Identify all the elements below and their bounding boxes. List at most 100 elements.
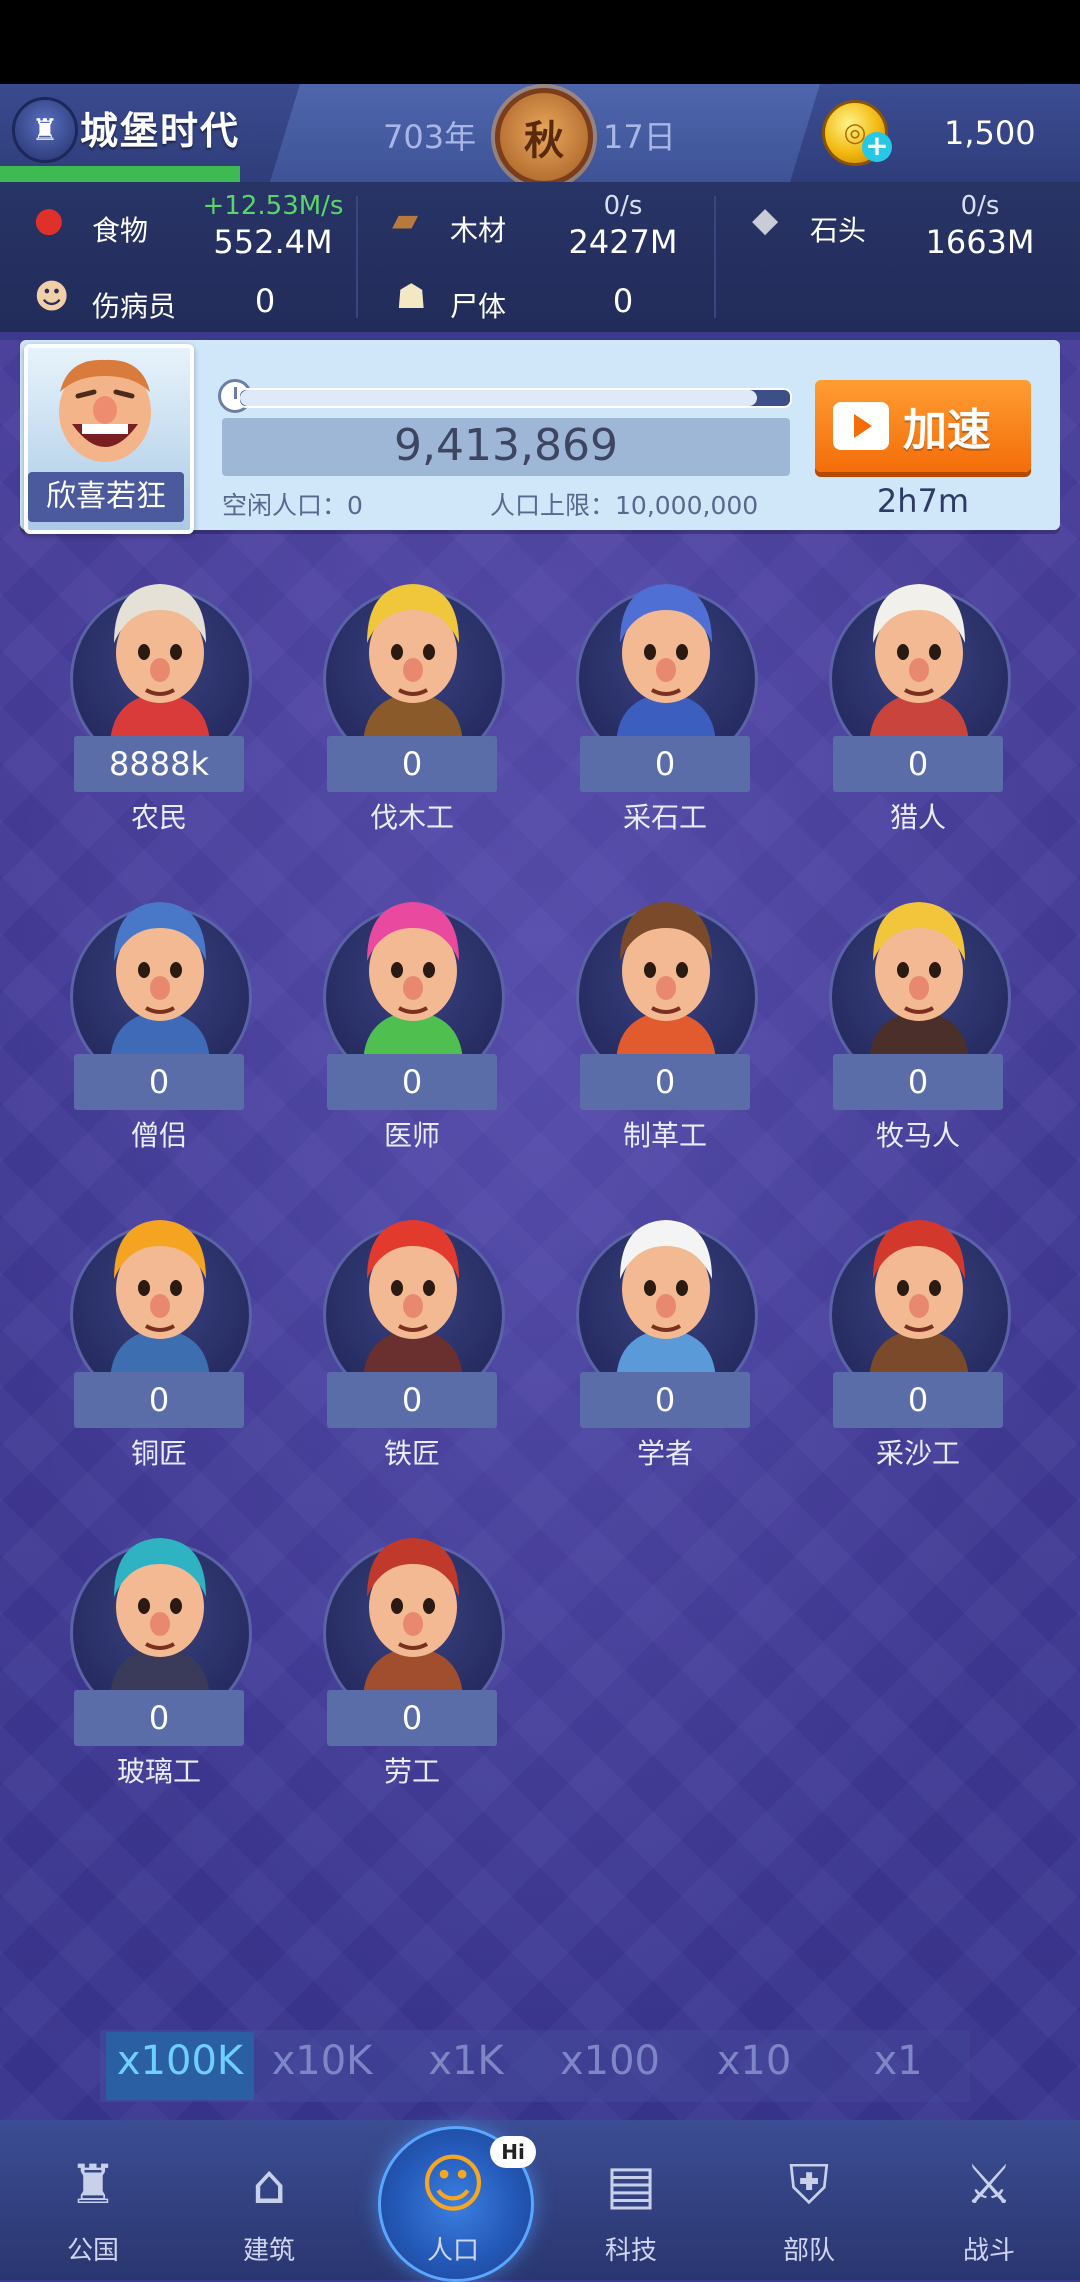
nav-item-2[interactable]: ☺ 人口 <box>378 2150 528 2270</box>
wounded-value: 0 <box>254 282 276 320</box>
worker-count: 0 <box>74 1054 244 1110</box>
nav-item-1[interactable]: ⌂ 建筑 <box>194 2150 344 2270</box>
worker-portrait <box>616 902 716 1066</box>
population-progress-bar <box>238 388 792 408</box>
worker-name: 僧侣 <box>130 1119 187 1152</box>
castle-icon: ♜ <box>68 2153 118 2216</box>
castle-emblem-icon[interactable]: ♜ <box>12 97 78 163</box>
corpse-label: 尸体 <box>450 290 507 323</box>
app-title: 城堡时代 <box>80 109 241 153</box>
worker-card[interactable]: 0 牧马人 <box>809 866 1011 1166</box>
multiplier-option[interactable]: x1 <box>826 2038 970 2084</box>
corpse-icon: ☗ <box>396 277 427 317</box>
worker-name: 牧马人 <box>875 1119 960 1152</box>
worker-card[interactable]: 0 玻璃工 <box>50 1502 252 1802</box>
worker-name: 采沙工 <box>875 1437 960 1470</box>
worker-portrait <box>869 1220 969 1384</box>
worker-count: 0 <box>833 736 1003 792</box>
worker-name: 制革工 <box>622 1119 707 1152</box>
speed-up-button[interactable]: 加速 <box>815 380 1031 472</box>
wounded-label: 伤病员 <box>92 290 177 323</box>
worker-card[interactable]: 0 猎人 <box>809 548 1011 848</box>
worker-portrait <box>110 1538 210 1702</box>
worker-portrait <box>869 902 969 1066</box>
nav-item-3[interactable]: ▤ 科技 <box>556 2150 706 2270</box>
nav-item-0[interactable]: ♜ 公国 <box>18 2150 168 2270</box>
worker-card[interactable]: 0 伐木工 <box>303 548 505 848</box>
nav-label: 建筑 <box>242 2236 295 2266</box>
worker-portrait <box>110 902 210 1066</box>
worker-portrait <box>616 584 716 748</box>
laughing-face-avatar <box>59 359 151 462</box>
nav-item-4[interactable]: ⛨ 部队 <box>734 2150 884 2270</box>
worker-count: 0 <box>580 1372 750 1428</box>
multiplier-option[interactable]: x1K <box>394 2038 538 2084</box>
stone-icon: ◆ <box>752 200 779 240</box>
worker-card[interactable]: 0 医师 <box>303 866 505 1166</box>
nav-label: 公国 <box>66 2236 119 2266</box>
coin-value: 1,500 <box>944 114 1036 152</box>
speed-up-time: 2h7m <box>876 482 970 520</box>
idle-population-value: 0 <box>347 491 363 520</box>
mood-label: 欣喜若狂 <box>28 472 184 522</box>
worker-count: 0 <box>327 1690 497 1746</box>
worker-count: 0 <box>327 1054 497 1110</box>
population-count: 9,413,869 <box>394 420 618 471</box>
status-bar <box>0 0 1080 84</box>
wood-value: 2427M <box>568 223 678 261</box>
population-limit-label: 人口上限： <box>490 491 616 520</box>
multiplier-option[interactable]: x10 <box>682 2038 826 2084</box>
nav-label: 战斗 <box>962 2236 1015 2266</box>
multiplier-option[interactable]: x10K <box>250 2038 394 2084</box>
nav-label: 部队 <box>782 2236 835 2266</box>
worker-name: 铜匠 <box>130 1437 187 1470</box>
worker-card[interactable]: 0 铁匠 <box>303 1184 505 1484</box>
wood-label: 木材 <box>450 214 507 247</box>
multiplier-option[interactable]: x100 <box>538 2038 682 2084</box>
worker-portrait <box>616 1220 716 1384</box>
worker-name: 采石工 <box>622 801 707 834</box>
worker-name: 猎人 <box>889 801 946 834</box>
worker-name: 医师 <box>383 1119 440 1152</box>
wounded-icon: ☻ <box>34 277 70 317</box>
worker-name: 劳工 <box>383 1755 440 1788</box>
worker-card[interactable]: 0 僧侣 <box>50 866 252 1166</box>
population-limit-value: 10,000,000 <box>615 491 759 520</box>
nav-label: 科技 <box>604 2236 657 2266</box>
wood-rate: 0/s <box>603 191 643 221</box>
worker-card[interactable]: 8888k 农民 <box>50 548 252 848</box>
worker-card[interactable]: 0 制革工 <box>556 866 758 1166</box>
population-limit: 人口上限：10,000,000 <box>490 486 758 522</box>
swords-icon: ⚔ <box>964 2153 1014 2216</box>
worker-count: 0 <box>327 736 497 792</box>
worker-count: 0 <box>74 1372 244 1428</box>
worker-portrait <box>110 1220 210 1384</box>
stone-label: 石头 <box>810 214 867 247</box>
house-icon: ⌂ <box>251 2153 287 2216</box>
season-badge: 秋 <box>495 88 593 186</box>
worker-count: 0 <box>327 1372 497 1428</box>
worker-name: 学者 <box>636 1437 693 1470</box>
worker-name: 农民 <box>130 801 187 834</box>
multiplier-option[interactable]: x100K <box>108 2038 252 2084</box>
add-coins-button[interactable]: + <box>862 132 892 162</box>
worker-card[interactable]: 0 采石工 <box>556 548 758 848</box>
worker-portrait <box>363 902 463 1066</box>
worker-portrait <box>363 584 463 748</box>
worker-count: 0 <box>74 1690 244 1746</box>
corpse-value: 0 <box>612 282 634 320</box>
day-label: 17日 <box>603 118 676 156</box>
year-label: 703年 <box>383 118 477 156</box>
nav-item-5[interactable]: ⚔ 战斗 <box>914 2150 1064 2270</box>
worker-portrait <box>363 1220 463 1384</box>
food-rate: +12.53M/s <box>202 191 344 221</box>
worker-card[interactable]: 0 铜匠 <box>50 1184 252 1484</box>
population-progress-fill <box>240 390 757 406</box>
worker-card[interactable]: 0 采沙工 <box>809 1184 1011 1484</box>
resource-divider <box>714 196 716 318</box>
worker-card[interactable]: 0 劳工 <box>303 1502 505 1802</box>
idle-population: 空闲人口：0 <box>222 486 363 522</box>
idle-population-label: 空闲人口： <box>222 491 348 520</box>
worker-portrait <box>110 584 210 748</box>
worker-card[interactable]: 0 学者 <box>556 1184 758 1484</box>
